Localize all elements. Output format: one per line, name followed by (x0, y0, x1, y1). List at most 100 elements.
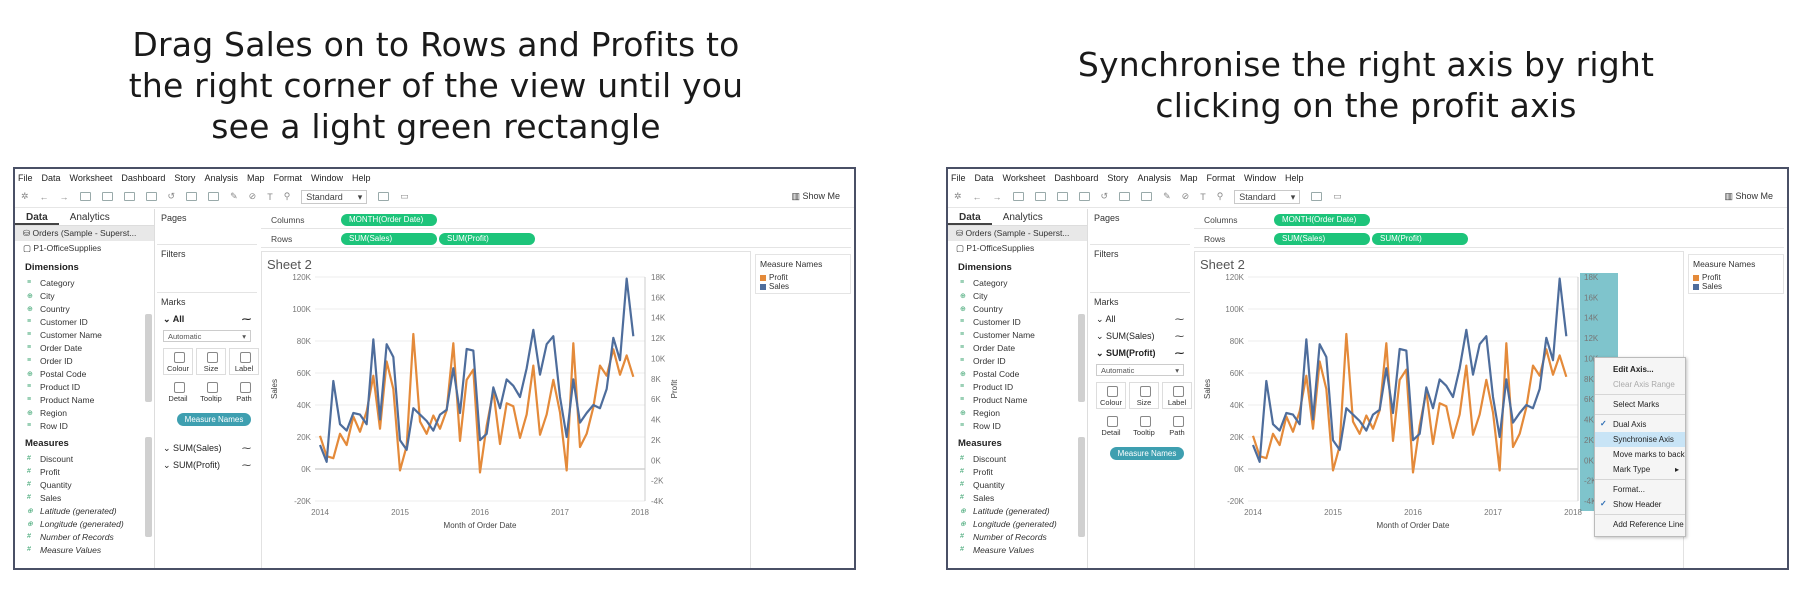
measure-field[interactable]: # Quantity (15, 478, 154, 491)
tab-data[interactable]: Data (15, 209, 59, 225)
menu-item[interactable]: Format (1206, 173, 1235, 185)
dimension-field[interactable]: ≡ Product ID (948, 380, 1087, 393)
dimension-field[interactable]: ≡ Category (15, 276, 154, 289)
group-icon[interactable]: ⊘ (249, 191, 257, 202)
undo-icon[interactable]: ↺ (168, 191, 176, 202)
context-menu-item[interactable]: Synchronise Axis (1595, 432, 1685, 447)
dimension-field[interactable]: ≡ Order Date (948, 341, 1087, 354)
tableau-logo-icon[interactable]: ✲ (954, 191, 962, 202)
path-button[interactable]: Path (229, 378, 259, 405)
duplicate-icon[interactable] (145, 192, 157, 201)
detail-button[interactable]: Detail (1096, 412, 1126, 439)
context-menu-item[interactable]: Mark Type ▸ (1595, 462, 1685, 477)
columns-pill[interactable]: MONTH(Order Date) (1274, 213, 1370, 226)
menu-item[interactable]: Help (1285, 173, 1304, 185)
menu-item[interactable]: Data (42, 173, 61, 185)
highlight-icon[interactable]: ✎ (1163, 191, 1171, 202)
menu-item[interactable]: File (18, 173, 33, 185)
measure-field[interactable]: # Sales (948, 491, 1087, 504)
datasource-item[interactable]: ⛁ Orders (Sample - Superst... (15, 226, 154, 241)
tooltip-button[interactable]: Tooltip (196, 378, 226, 405)
rows-pill-sales[interactable]: SUM(Sales) (1274, 232, 1370, 245)
dimension-field[interactable]: ⊕ City (948, 289, 1087, 302)
measures-scrollbar[interactable] (145, 437, 152, 537)
mark-type-select[interactable]: Automatic ▾ (1096, 364, 1184, 376)
context-menu-item[interactable]: Format... (1595, 482, 1685, 497)
sort-icon[interactable] (1141, 192, 1153, 201)
context-menu-item[interactable]: Edit Axis... (1595, 362, 1685, 377)
menu-item[interactable]: Worksheet (70, 173, 113, 185)
legend-item-sales[interactable]: Sales (760, 282, 846, 291)
dimension-field[interactable]: ≡ Product Name (948, 393, 1087, 406)
dimension-field[interactable]: ⊕ Postal Code (15, 367, 154, 380)
chart-icon[interactable] (1311, 192, 1323, 201)
size-button[interactable]: Size (196, 348, 226, 375)
measure-field[interactable]: ⊕ Longitude (generated) (948, 517, 1087, 530)
measure-field[interactable]: ⊕ Latitude (generated) (15, 504, 154, 517)
measure-field[interactable]: # Measure Values (15, 543, 154, 556)
dimension-field[interactable]: ≡ Row ID (948, 419, 1087, 432)
save-icon[interactable] (1012, 192, 1024, 201)
label-button[interactable]: Label (229, 348, 259, 375)
menu-item[interactable]: Worksheet (1003, 173, 1046, 185)
measure-field[interactable]: # Discount (948, 452, 1087, 465)
columns-pill[interactable]: MONTH(Order Date) (341, 213, 437, 226)
new-datasource-icon[interactable] (101, 192, 113, 201)
dimension-field[interactable]: ≡ Customer Name (15, 328, 154, 341)
pin-icon[interactable]: ⚲ (284, 191, 291, 202)
dimension-field[interactable]: ≡ Product ID (15, 380, 154, 393)
context-menu-item[interactable]: Move marks to back (1595, 447, 1685, 462)
tab-data[interactable]: Data (948, 209, 992, 225)
dimension-field[interactable]: ⊕ Region (15, 406, 154, 419)
menu-item[interactable]: Story (174, 173, 195, 185)
menu-item[interactable]: Analysis (204, 173, 238, 185)
presentation-icon[interactable]: ▭ (1333, 191, 1342, 202)
measure-field[interactable]: # Sales (15, 491, 154, 504)
datasource-item[interactable]: ▢ P1-OfficeSupplies (15, 241, 154, 256)
menu-item[interactable]: Map (1180, 173, 1198, 185)
forward-icon[interactable]: → (60, 192, 69, 202)
dimension-field[interactable]: ≡ Row ID (15, 419, 154, 432)
dimension-field[interactable]: ≡ Order ID (15, 354, 154, 367)
dimension-field[interactable]: ≡ Customer ID (15, 315, 154, 328)
menu-item[interactable]: Analysis (1137, 173, 1171, 185)
measure-field[interactable]: ⊕ Longitude (generated) (15, 517, 154, 530)
dimension-field[interactable]: ⊕ Postal Code (948, 367, 1087, 380)
measure-field[interactable]: # Quantity (948, 478, 1087, 491)
show-me-button[interactable]: ▥ Show Me (1724, 191, 1773, 202)
dimension-field[interactable]: ≡ Customer ID (948, 315, 1087, 328)
swap-icon[interactable] (186, 192, 198, 201)
menu-item[interactable]: Dashboard (1054, 173, 1098, 185)
context-menu-item[interactable]: ✓ Dual Axis (1595, 417, 1685, 432)
dimension-field[interactable]: ≡ Customer Name (948, 328, 1087, 341)
back-icon[interactable]: ← (40, 192, 49, 202)
colour-button[interactable]: Colour (1096, 382, 1126, 409)
columns-shelf[interactable]: Columns MONTH(Order Date) (261, 211, 851, 229)
tab-analytics[interactable]: Analytics (992, 209, 1054, 225)
undo-icon[interactable]: ↺ (1101, 191, 1109, 202)
tableau-logo-icon[interactable]: ✲ (21, 191, 29, 202)
legend-item-sales[interactable]: Sales (1693, 282, 1779, 291)
group-icon[interactable]: ⊘ (1182, 191, 1190, 202)
dimension-field[interactable]: ⊕ Country (948, 302, 1087, 315)
context-menu-item[interactable]: ✓ Show Header (1595, 497, 1685, 512)
measure-field[interactable]: ⊕ Latitude (generated) (948, 504, 1087, 517)
rows-pill-profit[interactable]: SUM(Profit) (439, 232, 535, 245)
tooltip-button[interactable]: Tooltip (1129, 412, 1159, 439)
highlight-icon[interactable]: ✎ (230, 191, 238, 202)
context-menu-item[interactable]: Select Marks (1595, 397, 1685, 412)
size-button[interactable]: Size (1129, 382, 1159, 409)
menu-item[interactable]: Help (352, 173, 371, 185)
menu-item[interactable]: Format (273, 173, 302, 185)
path-button[interactable]: Path (1162, 412, 1192, 439)
marks-all[interactable]: ⌄ All ⁓ (1090, 311, 1190, 328)
dimension-field[interactable]: ≡ Category (948, 276, 1087, 289)
measure-names-pill[interactable]: Measure Names (1110, 447, 1184, 460)
dimension-field[interactable]: ≡ Product Name (15, 393, 154, 406)
dimensions-scrollbar[interactable] (145, 314, 152, 402)
measures-scrollbar[interactable] (1078, 437, 1085, 537)
colour-button[interactable]: Colour (163, 348, 193, 375)
marks-sum-sales[interactable]: ⌄ SUM(Sales) ⁓ (1090, 328, 1190, 345)
legend-item-profit[interactable]: Profit (1693, 273, 1779, 282)
menu-item[interactable]: Dashboard (121, 173, 165, 185)
